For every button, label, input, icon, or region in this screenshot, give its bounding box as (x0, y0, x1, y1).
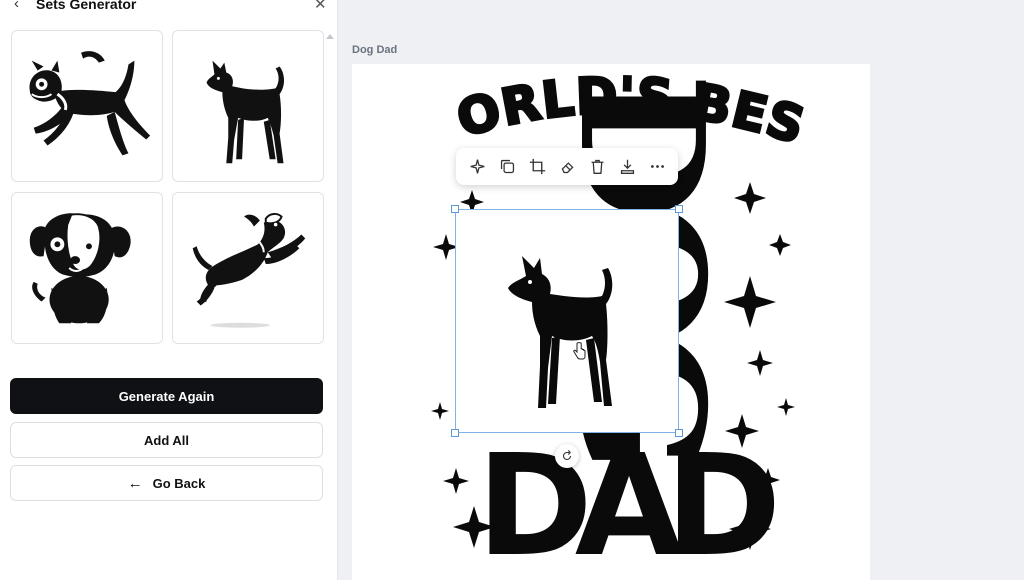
document-label: Dog Dad (352, 44, 398, 56)
panel-header: ‹ Sets Generator ✕ (0, 0, 338, 14)
panel-title: Sets Generator (36, 0, 137, 12)
crop-icon[interactable] (526, 156, 548, 178)
magic-icon[interactable] (466, 156, 488, 178)
resize-handle-bottom-right[interactable] (675, 429, 683, 437)
eraser-icon[interactable] (556, 156, 578, 178)
resize-handle-bottom-left[interactable] (451, 429, 459, 437)
selected-dog-image (508, 256, 613, 408)
more-icon[interactable] (646, 156, 668, 178)
duplicate-icon[interactable] (496, 156, 518, 178)
hand-cursor-icon (573, 342, 586, 360)
generate-again-label: Generate Again (118, 388, 215, 404)
standing-dog-image (206, 60, 285, 164)
chevron-left-icon[interactable]: ‹ (14, 0, 19, 12)
close-icon[interactable]: ✕ (314, 0, 327, 13)
floating-toolbar (456, 148, 678, 185)
delete-icon[interactable] (586, 156, 608, 178)
go-back-button[interactable]: ← Go Back (10, 465, 323, 501)
thumbnail-running-dog[interactable] (11, 30, 163, 182)
scroll-up-icon[interactable] (326, 34, 334, 39)
running-dog-image (29, 51, 151, 156)
go-back-label: Go Back (152, 475, 206, 491)
sitting-puppy-image (29, 213, 131, 324)
design-bottom-text: DAD (477, 425, 775, 580)
thumbnail-sitting-puppy[interactable] (11, 192, 163, 344)
sets-generator-panel: ‹ Sets Generator ✕ Generate Again Add Al… (0, 0, 338, 580)
resize-handle-top-right[interactable] (675, 205, 683, 213)
download-icon[interactable] (616, 156, 638, 178)
selected-dog-element[interactable] (451, 205, 683, 437)
generate-again-button[interactable]: Generate Again (10, 378, 323, 414)
add-all-label: Add All (143, 432, 189, 448)
thumbnail-jumping-dog[interactable] (172, 192, 324, 344)
add-all-button[interactable]: Add All (10, 422, 323, 458)
arrow-left-icon: ← (127, 474, 143, 492)
resize-handle-top-left[interactable] (451, 205, 459, 213)
jumping-dog-image (192, 212, 306, 328)
thumbnail-standing-dog[interactable] (172, 30, 324, 182)
rotate-icon[interactable] (555, 444, 579, 468)
